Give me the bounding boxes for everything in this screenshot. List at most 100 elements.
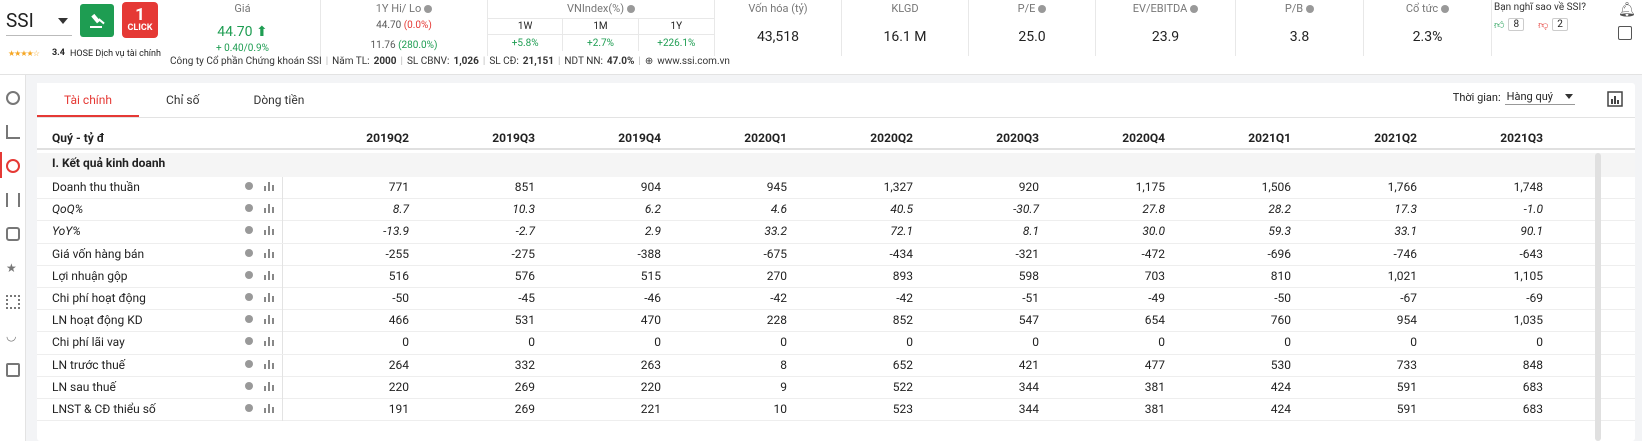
chart-toggle-icon[interactable] bbox=[1607, 91, 1623, 107]
metric-ev-ebitda: EV/EBITDA 23.9 bbox=[1096, 0, 1236, 56]
info-icon[interactable] bbox=[245, 226, 253, 235]
table-cell: 1,035 bbox=[1513, 313, 1543, 328]
price-label: Giá bbox=[234, 2, 251, 15]
info-icon[interactable] bbox=[245, 182, 253, 190]
bar-chart-icon[interactable] bbox=[264, 359, 274, 369]
bar-chart-icon[interactable] bbox=[264, 181, 274, 191]
table-cell: -255 bbox=[385, 246, 409, 261]
table-cell: 33.1 bbox=[1394, 224, 1417, 239]
table-cell: 2.9 bbox=[644, 224, 661, 239]
column-header: 2020Q4 bbox=[1122, 131, 1165, 145]
settings-icon[interactable] bbox=[6, 159, 20, 173]
info-icon[interactable] bbox=[245, 403, 253, 412]
table-cell: -30.7 bbox=[1013, 202, 1039, 217]
like-button[interactable]: 👍︎ 8 bbox=[1494, 18, 1525, 31]
column-header: 2021Q1 bbox=[1248, 131, 1291, 145]
thumbs-up-icon: 👍︎ bbox=[1494, 19, 1505, 31]
table-cell: 654 bbox=[1144, 313, 1165, 328]
table-cell: 477 bbox=[1144, 357, 1165, 372]
section-title: I. Kết quả kinh doanh bbox=[37, 153, 1635, 177]
candles-icon[interactable] bbox=[6, 193, 20, 207]
bar-chart-icon[interactable] bbox=[264, 203, 274, 214]
table-cell: 576 bbox=[514, 268, 535, 283]
tab-ratios[interactable]: Chỉ số bbox=[139, 83, 226, 117]
period-select[interactable]: Hàng quý bbox=[1504, 90, 1575, 105]
tab-bar: Tài chính Chỉ số Dòng tiền bbox=[37, 83, 331, 117]
rss-icon[interactable]: ◡ bbox=[6, 329, 20, 343]
website-link[interactable]: www.ssi.com.vn bbox=[657, 56, 730, 67]
table-row: Chi phí lãi vay 0 0 0 0 0 0 0 0 0 0 bbox=[37, 332, 1635, 355]
calendar-icon[interactable] bbox=[1618, 26, 1632, 40]
ticker-box: SSI 1 CLICK ★★★★☆ 3.4 HOSE Dịch vụ tài c… bbox=[0, 0, 165, 75]
price-value: 44.70 ⬆ bbox=[217, 24, 268, 40]
table-cell: 72.1 bbox=[890, 224, 913, 239]
table-cell: -2.7 bbox=[515, 224, 535, 239]
dislike-button[interactable]: 👎︎ 2 bbox=[1538, 18, 1568, 31]
info-icon[interactable] bbox=[245, 248, 253, 257]
metric-pe: P/E 25.0 bbox=[969, 0, 1096, 56]
pe-label-wrap: P/E bbox=[969, 2, 1095, 15]
info-icon[interactable] bbox=[245, 204, 253, 213]
table-row: YoY% -13.9 -2.7 2.9 33.2 72.1 8.1 30.0 59.3 33.1 9… bbox=[37, 221, 1635, 244]
info-icon[interactable] bbox=[245, 292, 253, 301]
table-cell: -51 bbox=[1022, 290, 1039, 305]
bell-icon[interactable]: 🔔︎ bbox=[1618, 2, 1636, 18]
info-icon[interactable] bbox=[245, 381, 253, 390]
active-indicator bbox=[0, 152, 2, 178]
one-click-number: 1 bbox=[135, 5, 145, 25]
info-icon[interactable] bbox=[245, 337, 253, 346]
table-cell: 0 bbox=[1032, 335, 1039, 350]
tab-financial[interactable]: Tài chính bbox=[37, 83, 140, 117]
table-cell: -388 bbox=[637, 246, 661, 261]
staff-value: 1,026 bbox=[453, 56, 479, 67]
bar-chart-icon[interactable] bbox=[264, 403, 274, 413]
table-row: Doanh thu thuần 771 851 904 945 1,327 920 1,175… bbox=[37, 177, 1635, 200]
bar-chart-icon[interactable] bbox=[264, 270, 274, 280]
table-cell: 1,327 bbox=[883, 180, 913, 194]
table-cell: -643 bbox=[1519, 246, 1543, 261]
bar-chart-icon[interactable] bbox=[264, 336, 274, 347]
bar-chart-icon[interactable] bbox=[264, 292, 274, 302]
bar-chart-icon[interactable] bbox=[264, 248, 274, 258]
info-icon[interactable] bbox=[245, 359, 253, 368]
table-cell: 6.2 bbox=[644, 202, 661, 217]
table-cell: 0 bbox=[528, 335, 535, 350]
table-cell: 852 bbox=[892, 313, 913, 328]
analysis-icon[interactable] bbox=[6, 125, 20, 139]
hilo-label-wrap: 1Y Hi/ Lo bbox=[321, 2, 487, 15]
rating-value: 3.4 bbox=[52, 48, 65, 58]
bar-chart-icon[interactable] bbox=[264, 225, 274, 236]
ticker-select[interactable]: SSI bbox=[6, 6, 72, 36]
info-icon bbox=[1306, 4, 1315, 13]
tab-cashflow[interactable]: Dòng tiền bbox=[226, 83, 331, 117]
table-cell: 851 bbox=[514, 180, 535, 194]
table-cell: 522 bbox=[892, 379, 913, 394]
table-cell: 1,105 bbox=[1513, 268, 1543, 283]
arrow-up-icon: ⬆ bbox=[255, 24, 268, 40]
grid-icon[interactable] bbox=[6, 295, 20, 309]
table-cell: -696 bbox=[1267, 246, 1291, 261]
table-cell: 0 bbox=[780, 335, 787, 350]
filter-icon[interactable] bbox=[6, 227, 20, 241]
bar-chart-icon[interactable] bbox=[264, 314, 274, 325]
hilo-hi: 44.70 (0.0%) bbox=[376, 20, 432, 31]
star-icon[interactable]: ★ bbox=[6, 261, 20, 275]
table-cell: 466 bbox=[388, 313, 409, 328]
one-click-button[interactable]: 1 CLICK bbox=[122, 2, 158, 38]
scrollbar[interactable] bbox=[1595, 153, 1601, 441]
row-label: LN hoạt động KD bbox=[52, 313, 143, 328]
exchange-sector: HOSE Dịch vụ tài chính bbox=[70, 49, 165, 60]
info-icon[interactable] bbox=[245, 270, 253, 279]
table-cell: 221 bbox=[640, 401, 661, 416]
trade-button[interactable] bbox=[80, 4, 114, 37]
vnindex-val: +226.1% bbox=[638, 34, 714, 51]
comment-icon[interactable] bbox=[6, 363, 20, 377]
metric-market-cap: Vốn hóa (tỷ) 43,518 bbox=[715, 0, 842, 56]
ev-ebitda-value: 23.9 bbox=[1151, 29, 1180, 45]
bar-chart-icon[interactable] bbox=[264, 381, 274, 391]
tabs-divider bbox=[37, 117, 1635, 118]
price-change: + 0.40/0.9% bbox=[216, 43, 269, 54]
info-icon[interactable] bbox=[245, 315, 253, 324]
dashboard-icon[interactable] bbox=[6, 91, 20, 105]
table-cell: 470 bbox=[640, 313, 661, 328]
